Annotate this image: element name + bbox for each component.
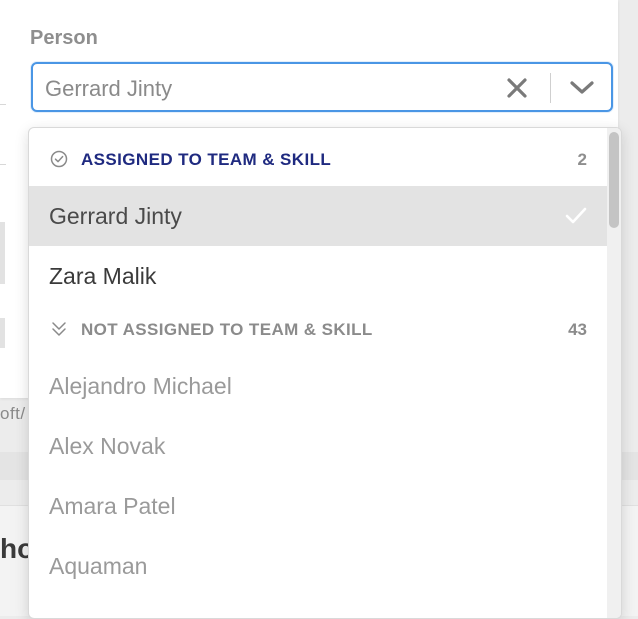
group-title: NOT ASSIGNED TO TEAM & SKILL [81, 320, 373, 339]
group-header-not-assigned: NOT ASSIGNED TO TEAM & SKILL 43 [29, 306, 607, 356]
option-label: Gerrard Jinty [49, 203, 182, 229]
group-count: 43 [568, 320, 587, 339]
menu-list: ASSIGNED TO TEAM & SKILL 2 Gerrard Jinty… [29, 128, 607, 596]
option-zara-malik[interactable]: Zara Malik [29, 246, 607, 306]
indicator-separator [550, 73, 551, 103]
option-amara-patel[interactable]: Amara Patel [29, 476, 607, 536]
background-divider [0, 164, 6, 165]
group-header-assigned: ASSIGNED TO TEAM & SKILL 2 [29, 128, 607, 186]
check-icon [565, 207, 587, 224]
group-count: 2 [577, 150, 587, 169]
selected-value[interactable]: Gerrard Jinty [45, 76, 172, 102]
option-aquaman[interactable]: Aquaman [29, 536, 607, 596]
background-divider [0, 104, 6, 105]
double-chevron-down-icon [52, 322, 66, 336]
scrollbar-thumb[interactable] [609, 132, 619, 228]
close-icon [507, 78, 527, 98]
option-gerrard-jinty[interactable]: Gerrard Jinty [29, 186, 607, 246]
option-label: Alex Novak [49, 433, 166, 459]
background-fragment [0, 318, 5, 348]
option-label: Alejandro Michael [49, 373, 232, 399]
dropdown-toggle-button[interactable] [563, 74, 601, 102]
check-circle-icon [50, 150, 68, 168]
group-title: ASSIGNED TO TEAM & SKILL [81, 150, 332, 169]
option-alex-novak[interactable]: Alex Novak [29, 416, 607, 476]
option-alejandro-michael[interactable]: Alejandro Michael [29, 356, 607, 416]
option-label: Zara Malik [49, 263, 157, 289]
person-dropdown-menu[interactable]: ASSIGNED TO TEAM & SKILL 2 Gerrard Jinty… [28, 127, 622, 619]
option-label: Aquaman [49, 553, 148, 579]
chevron-down-icon [570, 81, 594, 94]
option-label: Amara Patel [49, 493, 176, 519]
background-partial-text: oft/ [0, 404, 26, 423]
person-field-label: Person [30, 27, 98, 49]
clear-button[interactable] [503, 74, 531, 102]
person-select[interactable]: Gerrard Jinty [31, 62, 613, 112]
menu-scrollbar[interactable] [607, 128, 621, 618]
background-fragment [0, 222, 5, 284]
